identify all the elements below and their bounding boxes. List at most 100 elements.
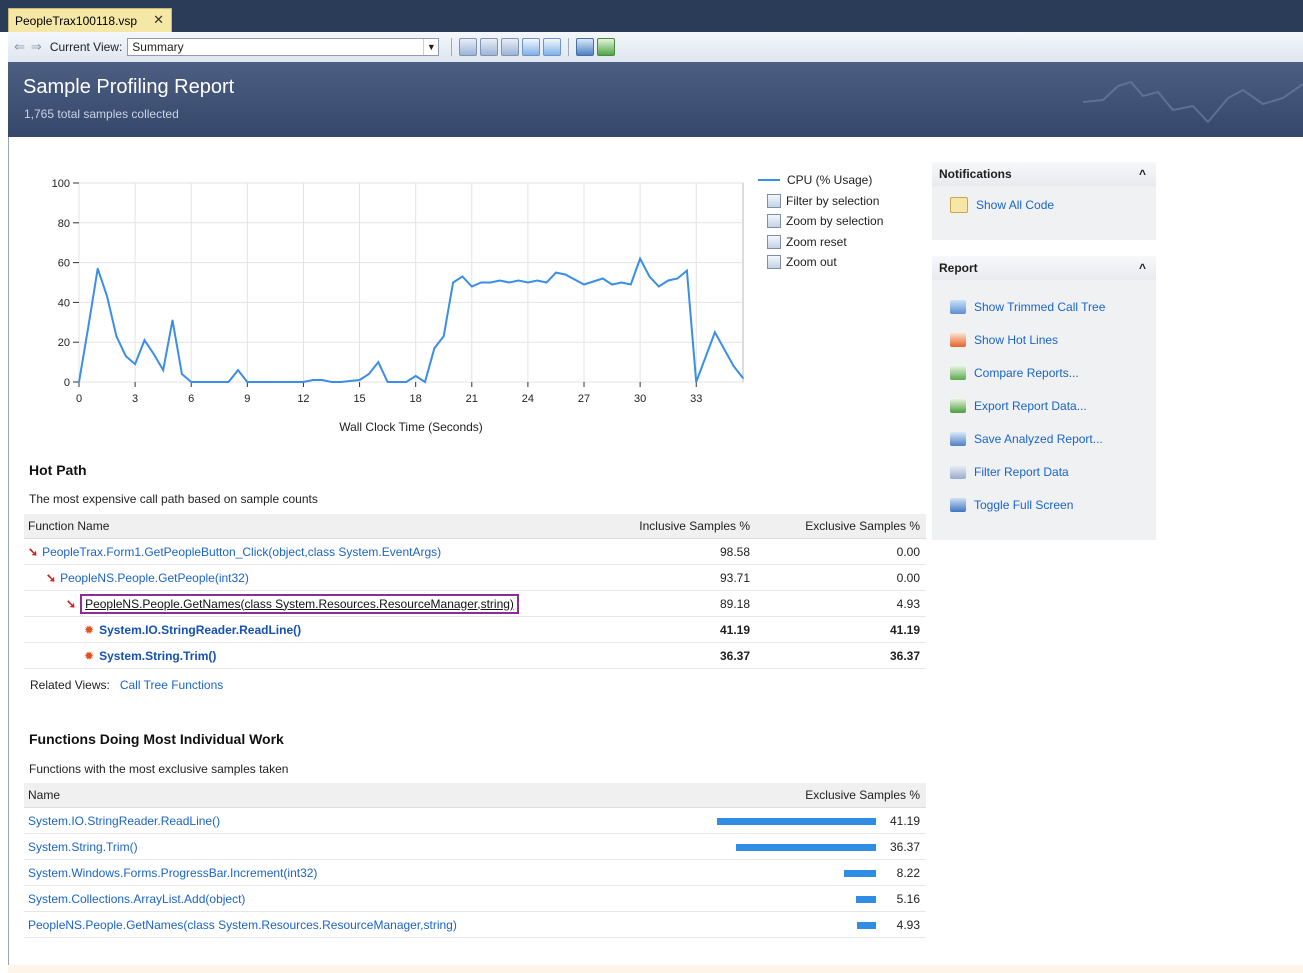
y-tick-label: 0 [64, 377, 70, 389]
cpu-usage-point [106, 295, 108, 298]
function-link[interactable]: PeopleNS.People.GetPeople(int32) [60, 571, 249, 585]
report-header-bar[interactable]: Report ^ [932, 256, 1156, 280]
cpu-usage-point [732, 365, 735, 367]
x-tick-label: 33 [690, 393, 702, 405]
cpu-usage-point [508, 281, 510, 284]
zoom-by-selection-button[interactable]: Zoom by selection [757, 211, 883, 232]
cpu-usage-point [330, 381, 333, 383]
export-icon [950, 398, 966, 413]
collapse-icon[interactable]: ^ [1139, 261, 1146, 275]
show-hot-lines-link[interactable]: Show Hot Lines [932, 323, 1156, 356]
column-header-function-name[interactable]: Function Name [24, 514, 586, 539]
export-report-data-link[interactable]: Export Report Data... [932, 389, 1156, 422]
legend-series-label: CPU (% Usage) [787, 173, 873, 188]
call-tree-icon [950, 299, 966, 314]
x-tick-label: 30 [634, 393, 646, 405]
inclusive-value: 41.19 [586, 616, 756, 643]
show-trimmed-call-tree-link[interactable]: Show Trimmed Call Tree [932, 290, 1156, 323]
exclusive-value: 0.00 [756, 564, 926, 591]
compare-reports-link[interactable]: Compare Reports... [932, 356, 1156, 389]
table-row[interactable]: System.Windows.Forms.ProgressBar.Increme… [24, 859, 926, 886]
filter-report-data-link[interactable]: Filter Report Data [932, 455, 1156, 488]
legend-series: CPU (% Usage) [757, 170, 883, 191]
zoom-out-icon [767, 255, 781, 270]
cpu-usage-point [396, 381, 398, 383]
table-row[interactable]: System.IO.StringReader.ReadLine() 41.19 [24, 807, 926, 834]
zoom-by-selection-label: Zoom by selection [786, 214, 884, 229]
cpu-usage-point [433, 347, 436, 349]
cpu-usage-point [676, 277, 679, 280]
y-tick-label: 40 [58, 297, 70, 309]
cpu-usage-point [340, 381, 342, 383]
zoom-reset-icon [767, 234, 781, 249]
x-tick-label: 21 [466, 393, 478, 405]
exclusive-value: 36.37 [756, 642, 926, 669]
inclusive-value: 36.37 [586, 642, 756, 669]
column-header-name[interactable]: Name [24, 783, 684, 808]
cpu-usage-point [405, 381, 408, 383]
zoom-reset-label: Zoom reset [786, 234, 847, 249]
cpu-usage-point [527, 281, 529, 284]
compare-reports-label: Compare Reports... [974, 365, 1079, 380]
table-row[interactable]: ➘ PeopleNS.People.GetPeople(int32) 93.71 … [24, 564, 926, 591]
full-screen-icon [950, 497, 966, 512]
table-row-selected[interactable]: ➘ PeopleNS.People.GetNames(class System.R… [24, 590, 926, 617]
hot-path-arrow-icon: ➘ [28, 544, 39, 559]
collapse-icon[interactable]: ^ [1139, 167, 1146, 181]
table-row[interactable]: System.String.Trim() 36.37 [24, 833, 926, 860]
show-trimmed-call-tree-label: Show Trimmed Call Tree [974, 299, 1106, 314]
table-row[interactable]: System.Collections.ArrayList.Add(object)… [24, 885, 926, 912]
cpu-usage-point [517, 279, 520, 282]
hot-path-arrow-icon: ➘ [66, 596, 77, 611]
cpu-usage-point [470, 285, 473, 288]
function-link[interactable]: PeopleNS.People.GetNames(class System.Re… [28, 918, 457, 932]
function-link[interactable]: System.String.Trim() [99, 649, 216, 663]
cpu-usage-point [368, 373, 370, 375]
cpu-usage-point [283, 381, 286, 383]
filter-icon [767, 193, 781, 208]
column-header-inclusive[interactable]: Inclusive Samples % [586, 514, 756, 539]
report-title: Report [939, 261, 978, 275]
toggle-full-screen-label: Toggle Full Screen [974, 497, 1074, 512]
exclusive-value: 8.22 [896, 865, 920, 880]
table-row[interactable]: ➘ PeopleTrax.Form1.GetPeopleButton_Click(… [24, 538, 926, 565]
cpu-usage-point [209, 381, 211, 383]
save-analyzed-report-link[interactable]: Save Analyzed Report... [932, 422, 1156, 455]
cpu-usage-point [181, 373, 183, 375]
cpu-usage-point [461, 275, 464, 278]
individual-work-table: Name Exclusive Samples % System.IO.Strin… [24, 783, 926, 938]
table-row[interactable]: ✹ System.String.Trim() 36.37 36.37 [24, 642, 926, 669]
show-all-code-link[interactable]: Show All Code [932, 188, 1156, 221]
function-link[interactable]: System.String.Trim() [28, 840, 138, 854]
column-header-exclusive[interactable]: Exclusive Samples % [684, 783, 926, 808]
cpu-usage-chart[interactable]: 0 20 40 60 80 100 0 3 6 9 12 15 18 21 24 27 30 33 Wall Clo… [0, 0, 760, 440]
function-link-selected[interactable]: PeopleNS.People.GetNames(class System.Re… [80, 593, 519, 614]
function-link[interactable]: System.IO.StringReader.ReadLine() [28, 814, 220, 828]
hot-spot-flame-icon: ✹ [84, 648, 95, 663]
x-tick-label: 18 [410, 393, 422, 405]
call-tree-link[interactable]: Call Tree [120, 678, 168, 692]
function-link[interactable]: System.Windows.Forms.ProgressBar.Increme… [28, 866, 317, 880]
column-header-exclusive[interactable]: Exclusive Samples % [756, 514, 926, 539]
zoom-reset-button[interactable]: Zoom reset [757, 232, 883, 253]
function-link[interactable]: PeopleTrax.Form1.GetPeopleButton_Click(o… [42, 545, 441, 559]
filter-icon [950, 464, 966, 479]
function-link[interactable]: System.IO.StringReader.ReadLine() [99, 623, 301, 637]
toggle-full-screen-link[interactable]: Toggle Full Screen [932, 488, 1156, 521]
save-analyzed-report-label: Save Analyzed Report... [974, 431, 1103, 446]
cpu-usage-point [480, 281, 482, 284]
cpu-usage-point [695, 381, 698, 383]
table-row[interactable]: ✹ System.IO.StringReader.ReadLine() 41.19… [24, 616, 926, 643]
filter-by-selection-label: Filter by selection [786, 193, 880, 208]
table-row[interactable]: PeopleNS.People.GetNames(class System.Re… [24, 911, 926, 938]
bottom-strip [8, 965, 1303, 973]
zoom-out-button[interactable]: Zoom out [757, 252, 883, 273]
functions-link[interactable]: Functions [171, 678, 223, 692]
exclusive-samples-bar [857, 921, 876, 929]
function-link[interactable]: System.Collections.ArrayList.Add(object) [28, 892, 245, 906]
notifications-header[interactable]: Notifications ^ [932, 162, 1156, 186]
x-tick-label: 12 [297, 393, 309, 405]
filter-by-selection-button[interactable]: Filter by selection [757, 191, 883, 212]
x-axis-label: Wall Clock Time (Seconds) [339, 420, 483, 434]
exclusive-samples-bar [856, 895, 876, 903]
